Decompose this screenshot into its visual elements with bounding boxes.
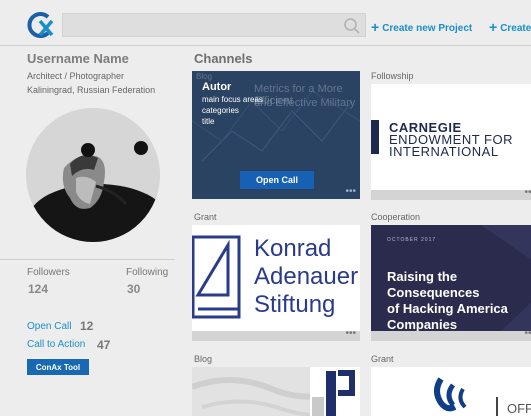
followers-label[interactable]: Followers xyxy=(27,267,70,278)
card-footer: ••• xyxy=(371,328,531,341)
open-call-link[interactable]: Open Call xyxy=(27,321,71,332)
open-call-count: 12 xyxy=(80,319,94,333)
channel-card-image[interactable]: Blog Metrics for a More Efficient and Ef… xyxy=(192,71,360,189)
channel-card[interactable]: Blog Metrics for a More Efficient and Ef… xyxy=(192,71,362,199)
search-bar[interactable] xyxy=(62,13,366,37)
channel-card-image[interactable]: Konrad Adenauer Stiftung xyxy=(192,225,360,331)
card-headline: of Hacking America xyxy=(387,301,508,316)
carnegie-logo-icon xyxy=(371,120,379,154)
channel-card[interactable]: Followship CARNEGIE ENDOWMENT FOR INTERN… xyxy=(371,71,531,200)
sidebar-divider xyxy=(0,259,175,260)
channel-card-image[interactable]: CARNEGIE ENDOWMENT FOR INTERNATIONAL xyxy=(371,84,531,190)
card-meta: categories xyxy=(202,106,239,115)
card-image-pattern xyxy=(192,367,360,416)
card-author: Autor xyxy=(202,81,232,93)
call-to-action-link[interactable]: Call to Action xyxy=(27,339,85,350)
create-project-label: Create new Project xyxy=(382,23,473,34)
create-link-truncated[interactable]: + Create xyxy=(489,18,531,35)
create-label: Create xyxy=(500,23,531,34)
card-headline: Consequences xyxy=(387,285,480,300)
channel-card-image[interactable]: OFFI xyxy=(371,367,531,416)
channel-card[interactable]: Grant OFFI xyxy=(371,354,531,416)
card-headline: Companies xyxy=(387,317,458,331)
card-category: Cooperation xyxy=(371,212,421,222)
card-category: Grant xyxy=(194,212,217,222)
search-icon[interactable] xyxy=(343,17,361,35)
channel-card-image[interactable] xyxy=(192,367,360,416)
top-bar: + Create new Project + Create xyxy=(0,0,531,46)
card-category: Grant xyxy=(371,354,394,364)
channel-card-image[interactable]: OCTOBER 2017 Raising the Consequences of… xyxy=(371,225,531,331)
channel-card[interactable]: Grant Konrad Adenauer Stiftung ••• xyxy=(192,212,362,341)
more-icon[interactable]: ••• xyxy=(345,328,356,339)
profession: Architect / Photographer xyxy=(27,71,125,81)
card-footer: ••• xyxy=(371,187,531,200)
logo-text: INTERNATIONAL xyxy=(389,144,499,159)
username: Username Name xyxy=(27,51,129,66)
card-category: Followship xyxy=(371,71,414,81)
more-icon[interactable]: ••• xyxy=(524,328,531,339)
search-input[interactable] xyxy=(63,14,365,36)
svg-text:OFFI: OFFI xyxy=(507,401,531,416)
following-label[interactable]: Following xyxy=(126,267,168,278)
open-call-button[interactable]: Open Call xyxy=(240,171,314,189)
location: Kaliningrad, Russian Federation xyxy=(27,85,156,95)
plus-icon: + xyxy=(371,19,380,35)
logo-icon[interactable] xyxy=(26,11,56,39)
create-project-link[interactable]: + Create new Project xyxy=(371,18,473,35)
more-icon[interactable]: ••• xyxy=(345,186,356,197)
more-icon[interactable]: ••• xyxy=(524,187,531,198)
logo-text: Adenauer xyxy=(254,263,359,290)
card-tag: Blog xyxy=(196,72,213,81)
logo-text: Stiftung xyxy=(254,291,336,318)
card-date: OCTOBER 2017 xyxy=(387,237,437,243)
conax-tool-button[interactable]: ConAx Tool xyxy=(27,359,89,375)
kas-logo-icon xyxy=(192,235,241,319)
plus-icon: + xyxy=(489,19,498,35)
card-category: Blog xyxy=(194,354,213,364)
card-meta: main focus areas xyxy=(202,95,263,104)
avatar[interactable] xyxy=(26,108,160,242)
card-headline: Raising the xyxy=(387,269,458,284)
call-to-action-count: 47 xyxy=(97,338,111,352)
card-footer: ••• xyxy=(192,186,360,199)
followers-count: 124 xyxy=(28,282,49,296)
logo-text: Konrad xyxy=(254,235,332,262)
grant-logo-icon: OFFI xyxy=(371,367,531,416)
channel-card[interactable]: Cooperation OCTOBER 2017 Raising the Con… xyxy=(371,212,531,341)
channel-card[interactable]: Blog xyxy=(192,354,362,416)
following-count: 30 xyxy=(127,282,141,296)
card-bg-text: and Effective Military xyxy=(254,97,356,109)
avatar-image xyxy=(26,108,160,242)
channels-title: Channels xyxy=(194,51,253,66)
card-footer: ••• xyxy=(192,328,360,341)
card-meta: title xyxy=(202,117,215,126)
